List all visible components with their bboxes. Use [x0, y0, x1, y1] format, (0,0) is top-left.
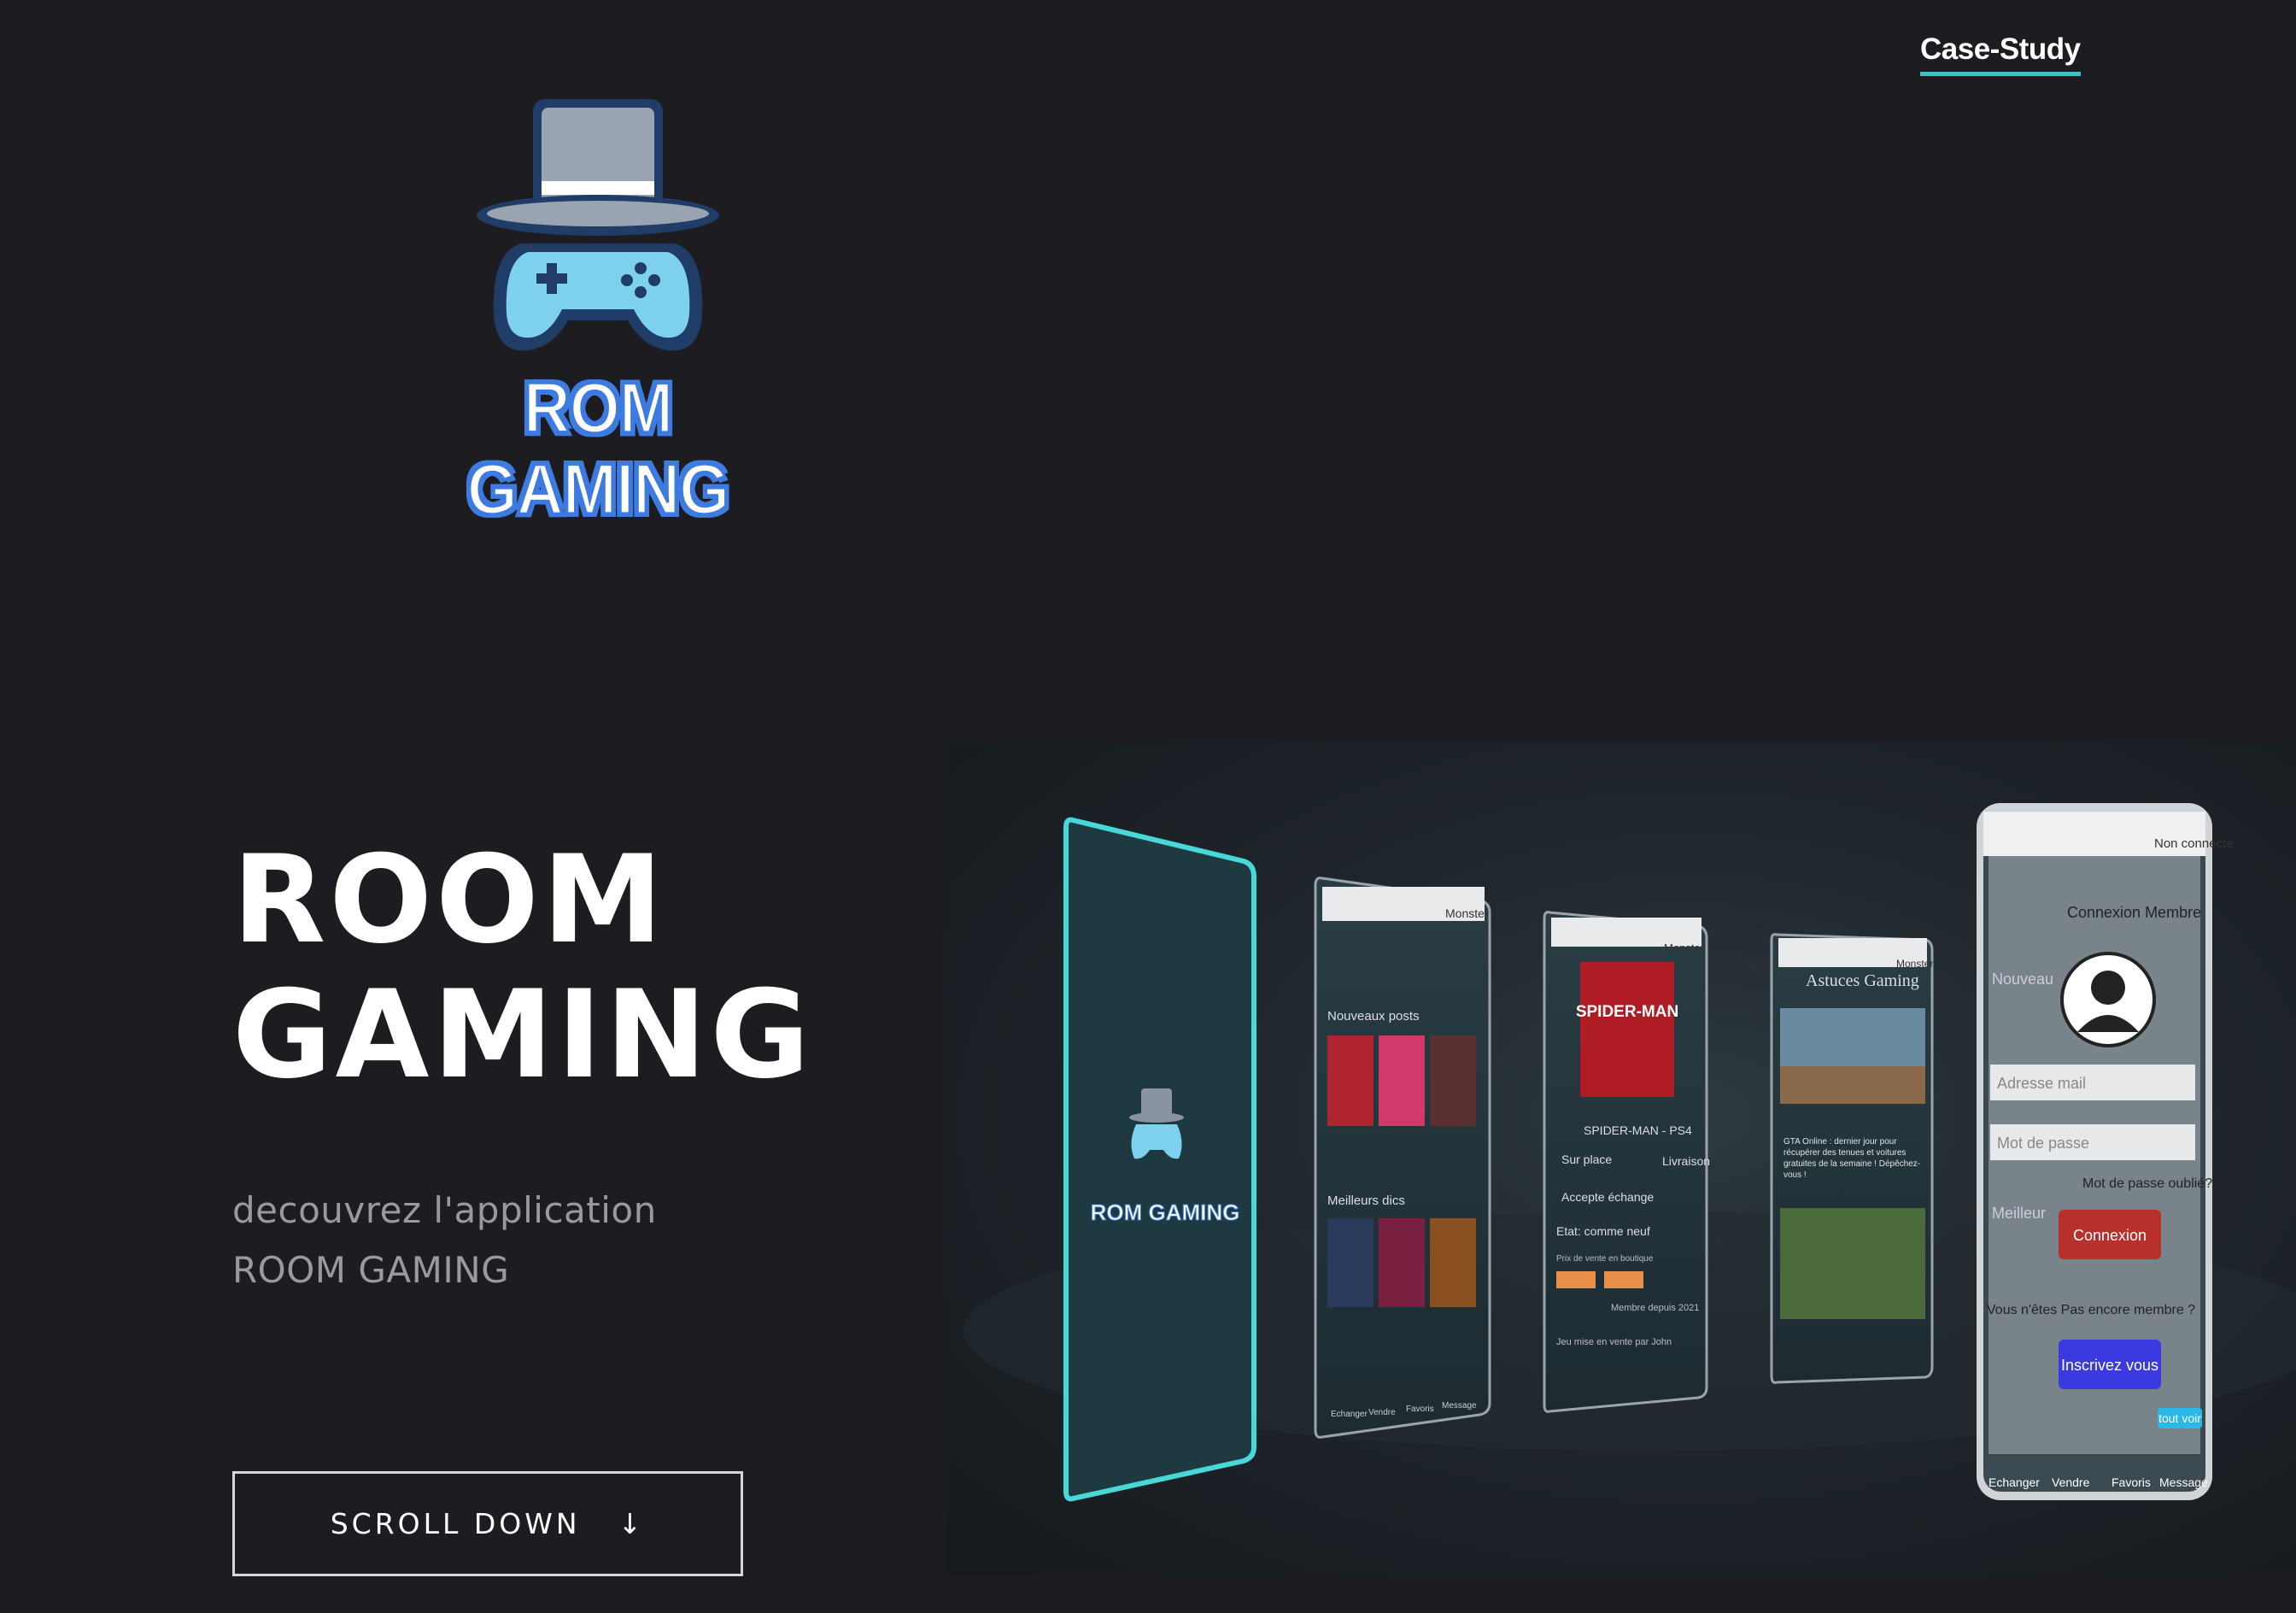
product-opt2: Livraison [1662, 1154, 1710, 1168]
login-header-user: Non connecté [2154, 836, 2234, 851]
login-not-member: Vous n'êtes Pas encore membre ? [1987, 1303, 2195, 1317]
product-member: Membre depuis 2021 [1611, 1303, 1699, 1313]
tagline-line2: ROOM GAMING [232, 1249, 510, 1291]
product-listing: Jeu mise en vente par John [1556, 1337, 1672, 1347]
phone-login: Non connecté Nouveau Meilleur Connexion … [1977, 803, 2234, 1500]
phone-splash: ROM GAMING [1063, 817, 1256, 1502]
scroll-down-label: SCROLL DOWN [330, 1507, 581, 1540]
hero-title-line1: ROOM [232, 830, 667, 971]
home-nav-2: Vendre [1368, 1408, 1396, 1417]
login-connect-button: Connexion [2073, 1227, 2147, 1244]
product-header-user: Monster [1664, 941, 1705, 954]
home-header-user: Monster [1445, 906, 1489, 920]
login-nav-1: Echanger [1988, 1475, 2040, 1489]
login-email-placeholder: Adresse mail [1997, 1075, 2086, 1092]
app-showcase-image: ROM GAMING Monster Nouveaux posts Meille… [946, 742, 2296, 1575]
phone-product: Monster SPIDER-MAN SPIDER-MAN - PS4 Sur … [1543, 911, 1710, 1413]
product-opt3: Accepte échange [1561, 1190, 1654, 1204]
login-bg-best: Meilleur [1992, 1205, 2046, 1222]
login-title: Connexion Membre [2067, 904, 2201, 921]
rom-gaming-logo: ROM GAMING [427, 85, 769, 531]
login-nav-3: Favoris [2112, 1475, 2151, 1489]
home-nav-3: Favoris [1406, 1405, 1434, 1414]
home-nav-4: Message [1442, 1401, 1477, 1411]
home-nav-1: Echanger [1331, 1410, 1368, 1419]
tips-article: GTA Online : dernier jour pour récupérer… [1784, 1137, 1921, 1180]
product-opt1: Sur place [1561, 1153, 1612, 1166]
product-price-label: Prix de vente en boutique [1556, 1254, 1654, 1264]
hero-title-line2: GAMING [232, 965, 813, 1106]
tips-header-user: Monster [1896, 958, 1933, 970]
splash-logo-text: ROM GAMING [1091, 1199, 1240, 1225]
hero-tagline: decouvrez l'application ROOM GAMING [232, 1181, 657, 1300]
login-nav-4: Message [2159, 1475, 2208, 1489]
login-nav-2: Vendre [2052, 1475, 2090, 1489]
product-cover-text: SPIDER-MAN [1576, 1003, 1678, 1021]
login-forgot-link: Mot de passe oublié? [2082, 1176, 2212, 1191]
product-state: Etat: comme neuf [1556, 1224, 1650, 1238]
login-signup-button: Inscrivez vous [2061, 1357, 2158, 1374]
case-study-link[interactable]: Case-Study [1920, 32, 2081, 76]
phone-home: Monster Nouveaux posts Meilleurs dics Ec… [1314, 877, 1491, 1439]
logo-wordmark: ROM GAMING [466, 367, 730, 531]
arrow-down-icon: ↓ [618, 1507, 646, 1540]
tips-title: Astuces Gaming [1806, 971, 1919, 990]
home-section-new: Nouveaux posts [1327, 1009, 1420, 1024]
product-title: SPIDER-MAN - PS4 [1584, 1123, 1692, 1137]
tagline-line1: decouvrez l'application [232, 1189, 657, 1231]
login-bg-new: Nouveau [1992, 971, 2053, 988]
login-password-placeholder: Mot de passe [1997, 1135, 2089, 1152]
phone-tips: Monster Astuces Gaming GTA Online : dern… [1770, 933, 1934, 1384]
home-section-best: Meilleurs dics [1327, 1194, 1405, 1208]
hero-title: ROOM GAMING [232, 833, 813, 1103]
login-see-all: tout voir [2158, 1411, 2201, 1425]
scroll-down-button[interactable]: SCROLL DOWN ↓ [232, 1471, 743, 1576]
